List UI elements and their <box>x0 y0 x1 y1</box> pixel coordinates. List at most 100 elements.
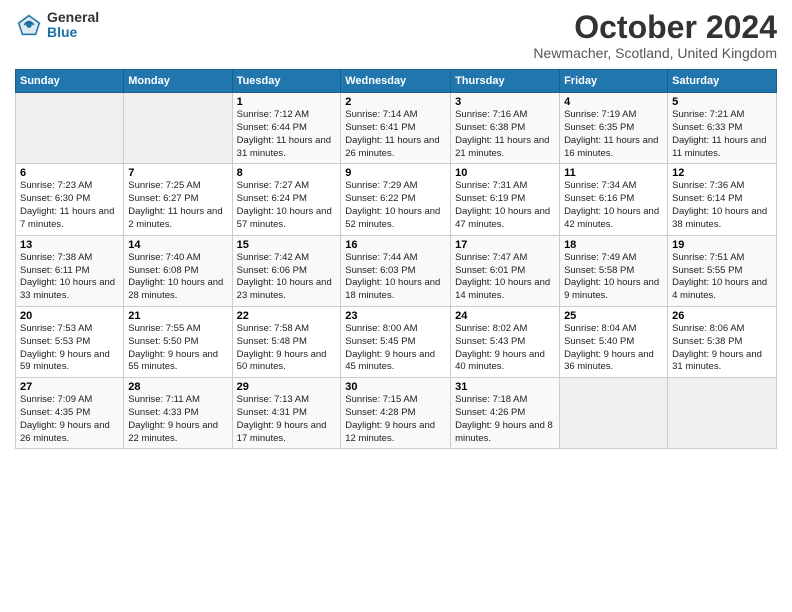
day-info: Sunrise: 7:11 AM Sunset: 4:33 PM Dayligh… <box>128 394 227 445</box>
calendar-cell: 16Sunrise: 7:44 AM Sunset: 6:03 PM Dayli… <box>341 235 451 306</box>
day-info: Sunrise: 7:27 AM Sunset: 6:24 PM Dayligh… <box>237 180 337 231</box>
day-info: Sunrise: 8:00 AM Sunset: 5:45 PM Dayligh… <box>345 323 446 374</box>
day-info: Sunrise: 7:21 AM Sunset: 6:33 PM Dayligh… <box>672 109 772 160</box>
calendar-cell: 12Sunrise: 7:36 AM Sunset: 6:14 PM Dayli… <box>668 164 777 235</box>
day-number: 16 <box>345 239 446 251</box>
day-number: 23 <box>345 310 446 322</box>
calendar-cell: 17Sunrise: 7:47 AM Sunset: 6:01 PM Dayli… <box>451 235 560 306</box>
day-number: 10 <box>455 167 555 179</box>
day-number: 22 <box>237 310 337 322</box>
day-number: 30 <box>345 381 446 393</box>
day-number: 14 <box>128 239 227 251</box>
week-row-1: 6Sunrise: 7:23 AM Sunset: 6:30 PM Daylig… <box>16 164 777 235</box>
week-row-4: 27Sunrise: 7:09 AM Sunset: 4:35 PM Dayli… <box>16 378 777 449</box>
day-info: Sunrise: 7:18 AM Sunset: 4:26 PM Dayligh… <box>455 394 555 445</box>
day-info: Sunrise: 7:36 AM Sunset: 6:14 PM Dayligh… <box>672 180 772 231</box>
calendar-table: Sunday Monday Tuesday Wednesday Thursday… <box>15 69 777 449</box>
day-number: 13 <box>20 239 119 251</box>
calendar-cell: 13Sunrise: 7:38 AM Sunset: 6:11 PM Dayli… <box>16 235 124 306</box>
calendar-cell: 3Sunrise: 7:16 AM Sunset: 6:38 PM Daylig… <box>451 93 560 164</box>
day-number: 29 <box>237 381 337 393</box>
day-number: 3 <box>455 96 555 108</box>
header-row: Sunday Monday Tuesday Wednesday Thursday… <box>16 70 777 93</box>
col-sunday: Sunday <box>16 70 124 93</box>
day-info: Sunrise: 8:02 AM Sunset: 5:43 PM Dayligh… <box>455 323 555 374</box>
calendar-cell <box>124 93 232 164</box>
calendar-cell: 25Sunrise: 8:04 AM Sunset: 5:40 PM Dayli… <box>560 306 668 377</box>
day-number: 12 <box>672 167 772 179</box>
calendar-cell: 7Sunrise: 7:25 AM Sunset: 6:27 PM Daylig… <box>124 164 232 235</box>
day-info: Sunrise: 7:13 AM Sunset: 4:31 PM Dayligh… <box>237 394 337 445</box>
day-number: 24 <box>455 310 555 322</box>
day-info: Sunrise: 7:23 AM Sunset: 6:30 PM Dayligh… <box>20 180 119 231</box>
calendar-cell: 20Sunrise: 7:53 AM Sunset: 5:53 PM Dayli… <box>16 306 124 377</box>
day-number: 1 <box>237 96 337 108</box>
day-info: Sunrise: 7:42 AM Sunset: 6:06 PM Dayligh… <box>237 252 337 303</box>
day-number: 20 <box>20 310 119 322</box>
calendar-cell: 2Sunrise: 7:14 AM Sunset: 6:41 PM Daylig… <box>341 93 451 164</box>
day-number: 15 <box>237 239 337 251</box>
logo: General Blue <box>15 10 99 41</box>
logo-text: General Blue <box>47 10 99 41</box>
day-info: Sunrise: 7:15 AM Sunset: 4:28 PM Dayligh… <box>345 394 446 445</box>
calendar-cell: 31Sunrise: 7:18 AM Sunset: 4:26 PM Dayli… <box>451 378 560 449</box>
day-info: Sunrise: 7:31 AM Sunset: 6:19 PM Dayligh… <box>455 180 555 231</box>
col-thursday: Thursday <box>451 70 560 93</box>
day-info: Sunrise: 7:38 AM Sunset: 6:11 PM Dayligh… <box>20 252 119 303</box>
day-info: Sunrise: 7:44 AM Sunset: 6:03 PM Dayligh… <box>345 252 446 303</box>
logo-general-text: General <box>47 10 99 25</box>
page: General Blue October 2024 Newmacher, Sco… <box>0 0 792 459</box>
calendar-cell: 18Sunrise: 7:49 AM Sunset: 5:58 PM Dayli… <box>560 235 668 306</box>
calendar-cell <box>16 93 124 164</box>
calendar-cell: 15Sunrise: 7:42 AM Sunset: 6:06 PM Dayli… <box>232 235 341 306</box>
day-info: Sunrise: 7:51 AM Sunset: 5:55 PM Dayligh… <box>672 252 772 303</box>
calendar-cell <box>560 378 668 449</box>
day-info: Sunrise: 7:14 AM Sunset: 6:41 PM Dayligh… <box>345 109 446 160</box>
calendar-cell: 30Sunrise: 7:15 AM Sunset: 4:28 PM Dayli… <box>341 378 451 449</box>
location-subtitle: Newmacher, Scotland, United Kingdom <box>533 45 777 61</box>
day-info: Sunrise: 7:49 AM Sunset: 5:58 PM Dayligh… <box>564 252 663 303</box>
calendar-cell: 14Sunrise: 7:40 AM Sunset: 6:08 PM Dayli… <box>124 235 232 306</box>
day-number: 4 <box>564 96 663 108</box>
day-info: Sunrise: 7:16 AM Sunset: 6:38 PM Dayligh… <box>455 109 555 160</box>
col-wednesday: Wednesday <box>341 70 451 93</box>
month-title: October 2024 <box>533 10 777 45</box>
logo-icon <box>15 11 43 39</box>
calendar-cell: 4Sunrise: 7:19 AM Sunset: 6:35 PM Daylig… <box>560 93 668 164</box>
day-info: Sunrise: 8:06 AM Sunset: 5:38 PM Dayligh… <box>672 323 772 374</box>
calendar-cell: 21Sunrise: 7:55 AM Sunset: 5:50 PM Dayli… <box>124 306 232 377</box>
calendar-cell: 1Sunrise: 7:12 AM Sunset: 6:44 PM Daylig… <box>232 93 341 164</box>
calendar-cell: 22Sunrise: 7:58 AM Sunset: 5:48 PM Dayli… <box>232 306 341 377</box>
calendar-cell <box>668 378 777 449</box>
calendar-cell: 8Sunrise: 7:27 AM Sunset: 6:24 PM Daylig… <box>232 164 341 235</box>
day-info: Sunrise: 7:47 AM Sunset: 6:01 PM Dayligh… <box>455 252 555 303</box>
day-number: 17 <box>455 239 555 251</box>
calendar-cell: 6Sunrise: 7:23 AM Sunset: 6:30 PM Daylig… <box>16 164 124 235</box>
day-info: Sunrise: 7:12 AM Sunset: 6:44 PM Dayligh… <box>237 109 337 160</box>
calendar-cell: 19Sunrise: 7:51 AM Sunset: 5:55 PM Dayli… <box>668 235 777 306</box>
calendar-cell: 9Sunrise: 7:29 AM Sunset: 6:22 PM Daylig… <box>341 164 451 235</box>
day-info: Sunrise: 8:04 AM Sunset: 5:40 PM Dayligh… <box>564 323 663 374</box>
day-number: 21 <box>128 310 227 322</box>
col-tuesday: Tuesday <box>232 70 341 93</box>
calendar-cell: 10Sunrise: 7:31 AM Sunset: 6:19 PM Dayli… <box>451 164 560 235</box>
col-friday: Friday <box>560 70 668 93</box>
col-saturday: Saturday <box>668 70 777 93</box>
day-number: 2 <box>345 96 446 108</box>
day-number: 25 <box>564 310 663 322</box>
calendar-cell: 26Sunrise: 8:06 AM Sunset: 5:38 PM Dayli… <box>668 306 777 377</box>
day-number: 31 <box>455 381 555 393</box>
day-number: 28 <box>128 381 227 393</box>
week-row-3: 20Sunrise: 7:53 AM Sunset: 5:53 PM Dayli… <box>16 306 777 377</box>
day-info: Sunrise: 7:53 AM Sunset: 5:53 PM Dayligh… <box>20 323 119 374</box>
week-row-2: 13Sunrise: 7:38 AM Sunset: 6:11 PM Dayli… <box>16 235 777 306</box>
day-number: 9 <box>345 167 446 179</box>
calendar-cell: 24Sunrise: 8:02 AM Sunset: 5:43 PM Dayli… <box>451 306 560 377</box>
day-number: 18 <box>564 239 663 251</box>
day-info: Sunrise: 7:40 AM Sunset: 6:08 PM Dayligh… <box>128 252 227 303</box>
calendar-cell: 5Sunrise: 7:21 AM Sunset: 6:33 PM Daylig… <box>668 93 777 164</box>
day-number: 19 <box>672 239 772 251</box>
day-number: 5 <box>672 96 772 108</box>
day-number: 6 <box>20 167 119 179</box>
calendar-cell: 28Sunrise: 7:11 AM Sunset: 4:33 PM Dayli… <box>124 378 232 449</box>
